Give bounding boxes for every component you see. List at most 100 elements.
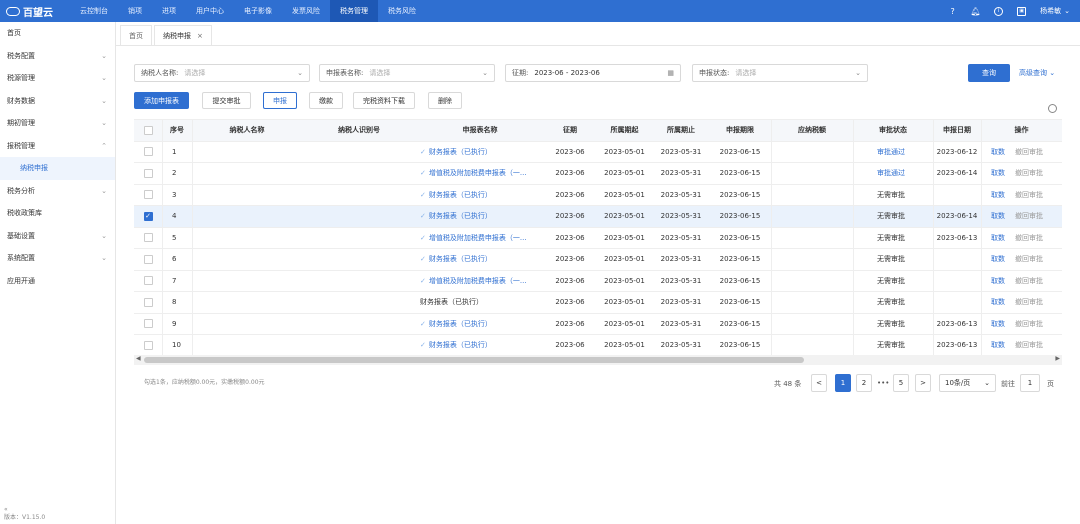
- form-name-link[interactable]: ✓ 财务报表（已执行）: [420, 147, 492, 157]
- table-row[interactable]: 5 ✓ 增值税及附加税费申报表（一... 2023-06 2023-05-01 2023-…: [134, 228, 1062, 249]
- withdraw-approval-link[interactable]: 撤回审批: [1015, 254, 1043, 264]
- help-icon[interactable]: ?: [948, 7, 957, 16]
- fetch-data-link[interactable]: 取数: [991, 168, 1005, 178]
- fetch-data-link[interactable]: 取数: [991, 297, 1005, 307]
- nav-item[interactable]: 销项: [118, 0, 152, 22]
- sidebar-item[interactable]: 纳税申报: [0, 157, 115, 180]
- fetch-data-link[interactable]: 取数: [991, 190, 1005, 200]
- row-checkbox[interactable]: ✓: [143, 211, 153, 221]
- add-form-button[interactable]: 添加申报表: [134, 92, 189, 109]
- withdraw-approval-link[interactable]: 撤回审批: [1015, 147, 1043, 157]
- withdraw-approval-link[interactable]: 撤回审批: [1015, 276, 1043, 286]
- brand-logo[interactable]: 百望云: [0, 4, 70, 19]
- gear-icon[interactable]: [1048, 104, 1057, 113]
- nav-item[interactable]: 进项: [152, 0, 186, 22]
- table-row[interactable]: 7 ✓ 增值税及附加税费申报表（一... 2023-06 2023-05-01 2023-…: [134, 271, 1062, 292]
- row-checkbox[interactable]: [143, 147, 153, 157]
- row-checkbox[interactable]: [143, 276, 153, 286]
- page-button[interactable]: 1: [835, 374, 851, 392]
- table-row[interactable]: 6 ✓ 财务报表（已执行） 2023-06 2023-05-01 2023-05-31 20…: [134, 249, 1062, 271]
- form-name-link[interactable]: ✓ 财务报表（已执行）: [420, 211, 492, 221]
- row-checkbox[interactable]: [143, 319, 153, 329]
- withdraw-approval-link[interactable]: 撤回审批: [1015, 319, 1043, 329]
- fetch-data-link[interactable]: 取数: [991, 211, 1005, 221]
- sidebar-item[interactable]: 应用开通: [0, 270, 115, 293]
- horizontal-scrollbar[interactable]: ◀ ▶: [134, 355, 1062, 365]
- form-name-link[interactable]: ✓ 财务报表（已执行）: [420, 190, 492, 200]
- row-checkbox[interactable]: [143, 190, 153, 200]
- table-row[interactable]: ✓ 4 ✓ 财务报表（已执行） 2023-06 2023-05-01 2023-05-31 2…: [134, 206, 1062, 228]
- fetch-data-link[interactable]: 取数: [991, 319, 1005, 329]
- delete-button[interactable]: 删除: [428, 92, 462, 109]
- next-page-button[interactable]: >: [915, 374, 931, 392]
- table-row[interactable]: 2 ✓ 增值税及附加税费申报表（一... 2023-06 2023-05-01 2023-…: [134, 163, 1062, 185]
- scrollbar-thumb[interactable]: [144, 357, 804, 363]
- form-name-link[interactable]: ✓ 增值税及附加税费申报表（一...: [420, 276, 527, 286]
- form-name-link[interactable]: ✓ 财务报表（已执行）: [420, 254, 492, 264]
- collapse-icon[interactable]: «: [4, 506, 45, 514]
- nav-item[interactable]: 云控制台: [70, 0, 118, 22]
- goto-page-input[interactable]: 1: [1020, 374, 1040, 392]
- approval-status[interactable]: 审批通过: [877, 147, 905, 157]
- tab[interactable]: 首页: [120, 25, 152, 45]
- select-all-checkbox[interactable]: [143, 125, 153, 135]
- form-name-link[interactable]: ✓ 财务报表（已执行）: [420, 319, 492, 329]
- submit-approval-button[interactable]: 提交审批: [202, 92, 251, 109]
- nav-item[interactable]: 电子影像: [234, 0, 282, 22]
- nav-item[interactable]: 用户中心: [186, 0, 234, 22]
- download-tax-docs-button[interactable]: 完税资料下载: [353, 92, 415, 109]
- form-name-link[interactable]: ✓ 财务报表（已执行）: [420, 340, 492, 350]
- nav-item[interactable]: 税务风险: [378, 0, 426, 22]
- sidebar-item[interactable]: 系统配置 ⌄: [0, 247, 115, 270]
- scroll-right-icon[interactable]: ▶: [1055, 355, 1060, 362]
- status-select[interactable]: 申报状态: 请选择 ⌄: [692, 64, 868, 82]
- table-row[interactable]: 10 ✓ 财务报表（已执行） 2023-06 2023-05-01 2023-05-31 2…: [134, 335, 1062, 355]
- query-button[interactable]: 查询: [968, 64, 1010, 82]
- tab[interactable]: 纳税申报 ×: [154, 25, 212, 45]
- user-menu[interactable]: 杨希敏 ⌄: [1040, 6, 1070, 16]
- page-button[interactable]: 5: [893, 374, 909, 392]
- scroll-left-icon[interactable]: ◀: [136, 355, 141, 362]
- prev-page-button[interactable]: <: [811, 374, 827, 392]
- nav-item[interactable]: 税务管理: [330, 0, 378, 22]
- row-checkbox[interactable]: [143, 168, 153, 178]
- table-row[interactable]: 9 ✓ 财务报表（已执行） 2023-06 2023-05-01 2023-05-31 20…: [134, 314, 1062, 335]
- page-size-select[interactable]: 10条/页 ⌄: [939, 374, 996, 392]
- form-name-link[interactable]: ✓ 增值税及附加税费申报表（一...: [420, 233, 527, 243]
- table-row[interactable]: 1 ✓ 财务报表（已执行） 2023-06 2023-05-01 2023-05-31 20…: [134, 142, 1062, 163]
- fetch-data-link[interactable]: 取数: [991, 276, 1005, 286]
- withdraw-approval-link[interactable]: 撤回审批: [1015, 211, 1043, 221]
- withdraw-approval-link[interactable]: 撤回审批: [1015, 168, 1043, 178]
- approval-status[interactable]: 审批通过: [877, 168, 905, 178]
- sidebar-item[interactable]: 税务分析 ⌄: [0, 180, 115, 203]
- row-checkbox[interactable]: [143, 233, 153, 243]
- form-select[interactable]: 申报表名称: 请选择 ⌄: [319, 64, 495, 82]
- withdraw-approval-link[interactable]: 撤回审批: [1015, 297, 1043, 307]
- declare-button[interactable]: 申报: [263, 92, 297, 109]
- bell-icon[interactable]: 🔔︎: [971, 7, 981, 16]
- app-icon[interactable]: ▣: [1017, 6, 1027, 16]
- sidebar-item[interactable]: 税务配置 ⌄: [0, 45, 115, 68]
- withdraw-approval-link[interactable]: 撤回审批: [1015, 190, 1043, 200]
- sidebar-item[interactable]: 首页: [0, 22, 115, 45]
- period-range-picker[interactable]: 征期: 2023-06 - 2023-06 ▦: [505, 64, 681, 82]
- fetch-data-link[interactable]: 取数: [991, 340, 1005, 350]
- close-icon[interactable]: ×: [197, 32, 203, 40]
- form-name-link[interactable]: ✓ 增值税及附加税费申报表（一...: [420, 168, 527, 178]
- fetch-data-link[interactable]: 取数: [991, 254, 1005, 264]
- row-checkbox[interactable]: [143, 254, 153, 264]
- page-ellipsis[interactable]: •••: [877, 379, 889, 387]
- fetch-data-link[interactable]: 取数: [991, 233, 1005, 243]
- pay-button[interactable]: 缴款: [309, 92, 343, 109]
- withdraw-approval-link[interactable]: 撤回审批: [1015, 340, 1043, 350]
- advanced-query-link[interactable]: 高级查询 ⌄: [1019, 68, 1055, 78]
- sidebar-item[interactable]: 报税管理 ⌃: [0, 135, 115, 158]
- fetch-data-link[interactable]: 取数: [991, 147, 1005, 157]
- info-icon[interactable]: i: [994, 6, 1004, 16]
- row-checkbox[interactable]: [143, 340, 153, 350]
- sidebar-item[interactable]: 基础设置 ⌄: [0, 225, 115, 248]
- sidebar-item[interactable]: 税源管理 ⌄: [0, 67, 115, 90]
- sidebar-item[interactable]: 期初管理 ⌄: [0, 112, 115, 135]
- table-row[interactable]: 8 财务报表（已执行） 2023-06 2023-05-01 2023-05-31 202…: [134, 292, 1062, 314]
- withdraw-approval-link[interactable]: 撤回审批: [1015, 233, 1043, 243]
